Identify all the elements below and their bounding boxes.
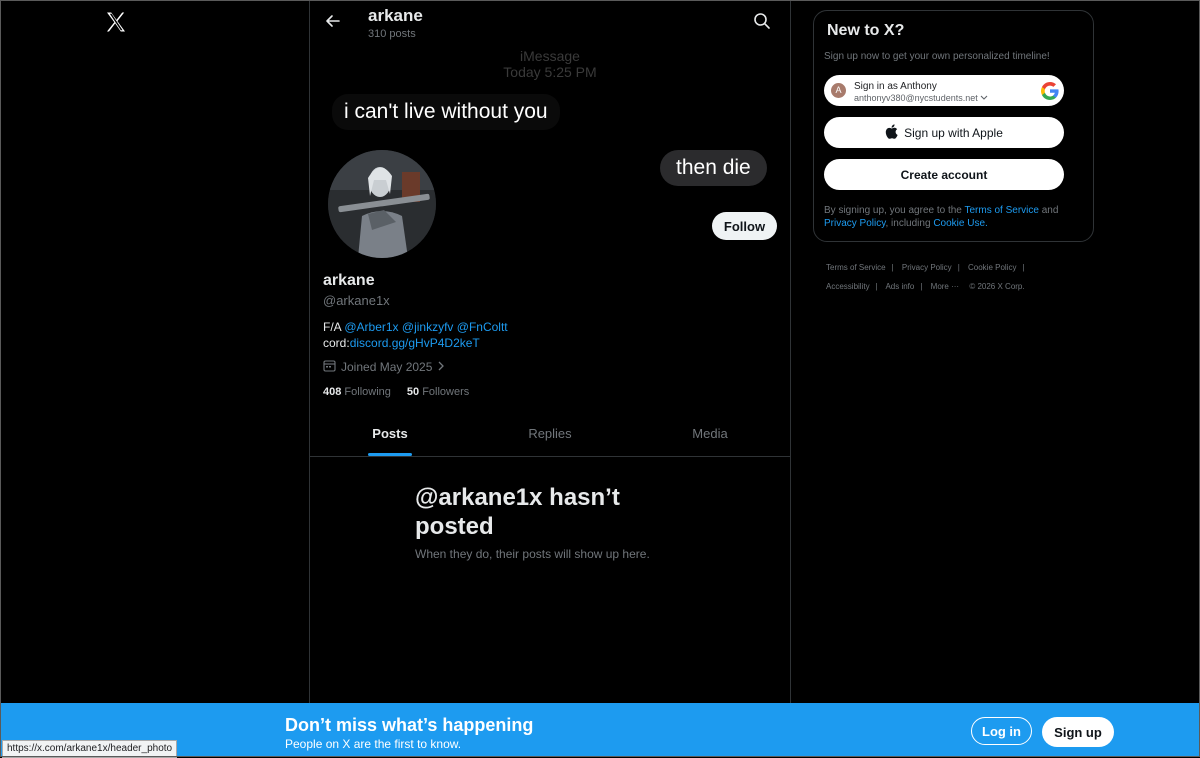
profile-avatar[interactable] [325, 147, 439, 261]
profile-header: arkane 310 posts [310, 0, 790, 50]
create-account-button[interactable]: Create account [824, 159, 1064, 190]
tab-media-label: Media [692, 426, 728, 441]
x-logo-icon[interactable] [104, 10, 128, 34]
create-account-label: Create account [900, 167, 988, 182]
cookie-use-link[interactable]: Cookie Use. [933, 218, 987, 229]
footer-terms-link[interactable]: Terms of Service [826, 263, 886, 272]
footer-cookie-link[interactable]: Cookie Policy [968, 263, 1016, 272]
footer-more-link[interactable]: More ··· [931, 282, 959, 291]
arrow-left-icon[interactable] [322, 10, 344, 32]
imessage-label: iMessage [520, 48, 580, 64]
profile-handle: @arkane1x [323, 293, 390, 308]
terms-prefix: By signing up, you agree to the [824, 205, 965, 216]
login-button[interactable]: Log in [971, 717, 1032, 745]
followers-label: Followers [422, 386, 470, 398]
google-account-avatar: A [831, 83, 846, 98]
bio-mention-fncoltt[interactable]: @FnColtt [457, 320, 508, 334]
follow-stats: 408 Following 50 Followers [323, 386, 469, 398]
following-link[interactable]: 408 Following [323, 386, 391, 398]
prompt-subtitle: People on X are the first to know. [285, 737, 462, 751]
signup-title: New to X? [827, 22, 905, 39]
imessage-time: Today 5:25 PM [503, 64, 597, 80]
privacy-policy-link[interactable]: Privacy Policy [824, 218, 886, 229]
bio-discord-link[interactable]: discord.gg/gHvP4D2keT [350, 336, 480, 350]
google-email-text: anthonyv380@nycstudents.net [854, 93, 978, 103]
tab-replies-label: Replies [528, 426, 572, 441]
google-logo-icon [1041, 82, 1059, 100]
profile-column: arkane 310 posts iMessage Today 5:25 PM … [309, 0, 791, 757]
empty-state-subtitle: When they do, their posts will show up h… [415, 547, 650, 561]
apple-logo-icon [885, 123, 898, 142]
footer-accessibility-link[interactable]: Accessibility [826, 282, 870, 291]
joined-date[interactable]: Joined May 2025 [323, 359, 445, 375]
footer-ads-info-link[interactable]: Ads info [885, 282, 914, 291]
message-bubble-received: i can't live without you [332, 94, 560, 130]
tab-media[interactable]: Media [630, 412, 790, 456]
terms-of-service-link[interactable]: Terms of Service [964, 205, 1038, 216]
profile-bio: F/A @Arber1x @jinkzyfv @FnColtt cord:dis… [323, 319, 508, 351]
message-bubble-sent: then die [660, 150, 767, 186]
header-name: arkane [368, 6, 423, 25]
active-tab-indicator [368, 453, 412, 456]
follow-button[interactable]: Follow [712, 212, 777, 240]
terms-including: , including [885, 218, 934, 229]
google-signin-button[interactable]: A Sign in as Anthony anthonyv380@nycstud… [824, 75, 1064, 106]
terms-and: and [1038, 205, 1059, 216]
following-count: 408 [323, 386, 342, 398]
header-posts-count: 310 posts [368, 28, 416, 40]
profile-name: arkane [323, 272, 375, 289]
google-account-name: Sign in as Anthony [854, 81, 937, 92]
footer-privacy-link[interactable]: Privacy Policy [902, 263, 952, 272]
signup-subtitle: Sign up now to get your own personalized… [824, 51, 1050, 62]
prompt-title: Don’t miss what’s happening [285, 715, 534, 735]
signup-panel: New to X? Sign up now to get your own pe… [813, 10, 1094, 242]
login-prompt-bar: Don’t miss what’s happening People on X … [0, 703, 1200, 757]
profile-tabs: Posts Replies Media [310, 412, 790, 457]
tab-replies[interactable]: Replies [470, 412, 630, 456]
tab-posts[interactable]: Posts [310, 412, 470, 456]
calendar-icon [323, 359, 336, 375]
footer-copyright: © 2026 X Corp. [969, 282, 1025, 291]
chevron-down-icon [980, 93, 988, 103]
chevron-right-icon [437, 360, 445, 375]
bio-mention-jinkzyfv[interactable]: @jinkzyfv [402, 320, 454, 334]
apple-signup-button[interactable]: Sign up with Apple [824, 117, 1064, 148]
tab-posts-label: Posts [372, 426, 408, 441]
bio-prefix: F/A [323, 320, 345, 334]
joined-label: Joined May 2025 [341, 360, 433, 374]
bio-mention-arber1x[interactable]: @Arber1x [344, 320, 398, 334]
signup-button[interactable]: Sign up [1042, 717, 1114, 747]
search-icon[interactable] [753, 12, 771, 30]
following-label: Following [344, 386, 391, 398]
footer-links: Terms of Service | Privacy Policy | Cookie… [826, 263, 1025, 291]
imessage-caption: iMessage Today 5:25 PM [500, 48, 600, 80]
bio-cord-prefix: cord: [323, 336, 350, 350]
followers-link[interactable]: 50 Followers [407, 386, 469, 398]
apple-signup-label: Sign up with Apple [904, 125, 1003, 140]
signup-terms: By signing up, you agree to the Terms of… [824, 204, 1082, 230]
status-bar-url: https://x.com/arkane1x/header_photo [2, 740, 178, 758]
empty-state-title: @arkane1x hasn’t posted [415, 484, 620, 540]
google-account-email: anthonyv380@nycstudents.net [854, 93, 988, 103]
followers-count: 50 [406, 386, 420, 398]
